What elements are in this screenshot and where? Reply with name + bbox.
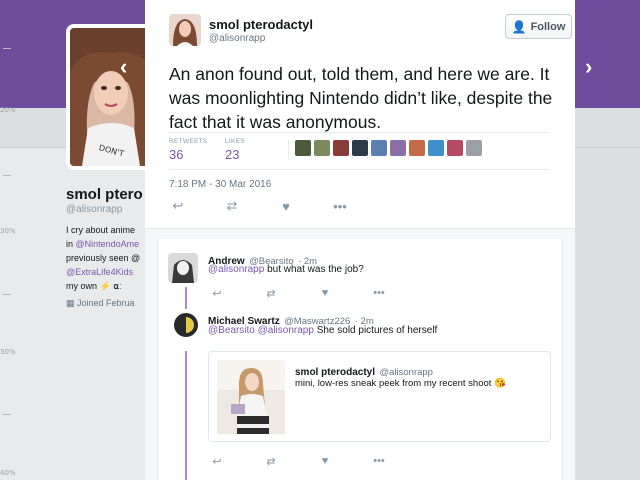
reply-text: @alisonrapp but what was the job?: [208, 264, 364, 275]
profile-handle: @alisonrapp: [66, 204, 123, 215]
ruler-label: 40%: [0, 469, 16, 477]
zoom-ruler: 20% 30% 30% 40%: [0, 0, 16, 480]
bio-link[interactable]: @NintendoAme: [76, 239, 140, 249]
quoted-author-handle[interactable]: @alisonrapp: [379, 367, 432, 378]
retweets-count: 36: [169, 147, 184, 162]
bio-link[interactable]: @ExtraLife4Kids: [66, 265, 146, 279]
retweets-label: RETWEETS: [169, 138, 208, 145]
follow-label: Follow: [530, 20, 566, 33]
liker-avatar[interactable]: [314, 140, 330, 156]
previous-arrow-icon[interactable]: ‹: [120, 56, 127, 78]
heart-icon[interactable]: ♥: [316, 285, 334, 301]
tweet-timestamp[interactable]: 7:18 PM - 30 Mar 2016: [169, 179, 271, 190]
right-column-background: [575, 148, 640, 480]
bio-line: in @NintendoAme: [66, 239, 140, 249]
quoted-photo[interactable]: [217, 360, 285, 434]
reply-icon[interactable]: ↩: [208, 285, 226, 301]
likes-stat[interactable]: LIKES 23: [225, 138, 245, 162]
reply-avatar[interactable]: [174, 313, 198, 337]
quoted-author-name[interactable]: smol pterodactyl: [295, 367, 375, 378]
reply-mention[interactable]: @alisonrapp: [208, 264, 264, 275]
retweet-icon[interactable]: ⇄: [223, 198, 241, 214]
more-icon[interactable]: •••: [331, 198, 349, 214]
reply-mention[interactable]: @Bearsito @alisonrapp: [208, 325, 314, 336]
ruler-label: 30%: [0, 227, 16, 235]
tweet-header: smol pterodactyl @alisonrapp 👤 Follow: [169, 14, 572, 48]
tweet-modal: smol pterodactyl @alisonrapp 👤 Follow An…: [145, 0, 575, 480]
calendar-icon: ▦: [66, 298, 78, 308]
bio-line: my own ⚡ ⍺ː: [66, 281, 122, 291]
ruler-label: 20%: [0, 106, 16, 114]
ruler-label: 30%: [0, 348, 16, 356]
reply-icon[interactable]: ↩: [169, 198, 187, 214]
author-name[interactable]: smol pterodactyl: [209, 17, 313, 32]
next-arrow-icon[interactable]: ›: [585, 56, 592, 78]
thread-line: [185, 351, 187, 480]
liker-avatar[interactable]: [333, 140, 349, 156]
author-avatar[interactable]: [169, 14, 201, 46]
quoted-tweet[interactable]: smol pterodactyl @alisonrapp mini, low-r…: [208, 351, 551, 442]
follow-icon: 👤: [511, 19, 527, 34]
reply-icon[interactable]: ↩: [208, 453, 226, 469]
liker-avatar[interactable]: [447, 140, 463, 156]
profile-joined: ▦ Joined Februa: [66, 298, 135, 308]
quoted-text: mini, low-res sneak peek from my recent …: [295, 378, 506, 389]
heart-icon[interactable]: ♥: [316, 453, 334, 469]
reply-avatar[interactable]: [168, 253, 198, 283]
reply-actions: ↩ ⇄ ♥ •••: [208, 285, 408, 301]
liker-avatar[interactable]: [409, 140, 425, 156]
profile-info: smol ptero @alisonrapp I cry about anime…: [66, 186, 146, 293]
reply-text: @Bearsito @alisonrapp She sold pictures …: [208, 325, 438, 336]
profile-avatar[interactable]: DON'T: [66, 24, 156, 170]
more-icon[interactable]: •••: [370, 285, 388, 301]
liker-avatars: [288, 140, 482, 160]
liker-avatar[interactable]: [371, 140, 387, 156]
liker-avatar[interactable]: [295, 140, 311, 156]
replies-section: Andrew @Bearsito · 2m @alisonrapp but wh…: [145, 228, 575, 480]
likes-count: 23: [225, 147, 240, 162]
liker-avatar[interactable]: [428, 140, 444, 156]
bio-line: previously seen @: [66, 253, 141, 263]
retweet-icon[interactable]: ⇄: [262, 285, 280, 301]
liker-avatar[interactable]: [466, 140, 482, 156]
liker-avatar[interactable]: [352, 140, 368, 156]
follow-button[interactable]: 👤 Follow: [505, 14, 572, 39]
tweet-stats: RETWEETS 36 LIKES 23: [169, 132, 549, 170]
heart-icon[interactable]: ♥: [277, 198, 295, 214]
profile-name: smol ptero: [66, 186, 143, 203]
author-handle[interactable]: @alisonrapp: [209, 33, 265, 44]
liker-avatar[interactable]: [390, 140, 406, 156]
tweet-actions: ↩ ⇄ ♥ •••: [169, 198, 369, 214]
bio-line: I cry about anime: [66, 225, 136, 235]
thread-line: [185, 287, 187, 309]
retweets-stat[interactable]: RETWEETS 36: [169, 138, 208, 162]
retweet-icon[interactable]: ⇄: [262, 453, 280, 469]
reply-thread: Andrew @Bearsito · 2m @alisonrapp but wh…: [157, 239, 563, 480]
reply-actions: ↩ ⇄ ♥ •••: [208, 453, 408, 469]
tweet-text: An anon found out, told them, and here w…: [169, 64, 553, 132]
more-icon[interactable]: •••: [370, 453, 388, 469]
likes-label: LIKES: [225, 138, 245, 145]
